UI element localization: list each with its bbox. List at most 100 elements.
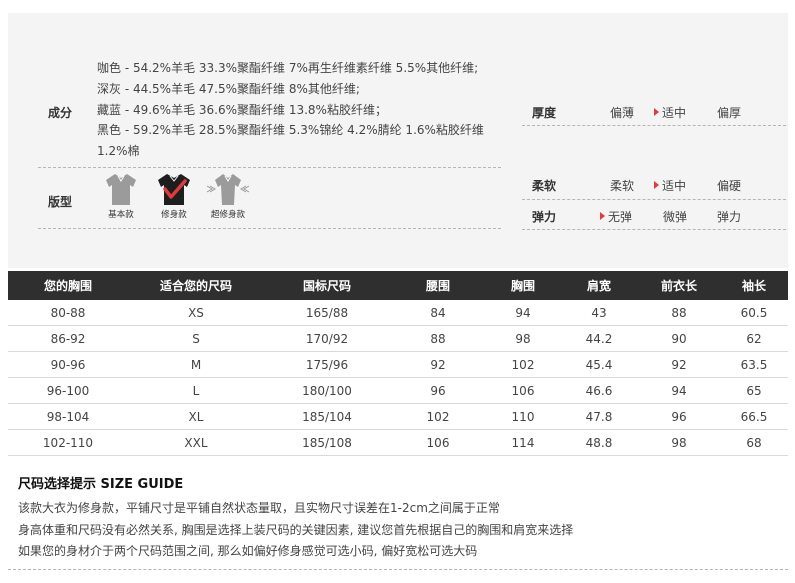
attribute-thickness: 厚度 偏薄 适中 偏厚 — [522, 104, 786, 126]
selected-arrow-icon — [654, 181, 659, 189]
shirt-icon — [106, 174, 136, 205]
table-row: 90-96 M 175/96 92 102 45.4 92 63.5 — [8, 351, 788, 378]
attribute-option: 弹力 — [717, 210, 742, 224]
table-cell: 88 — [638, 300, 720, 326]
table-cell: 114 — [486, 429, 560, 456]
fit-option-label: 超修身款 — [210, 210, 246, 220]
divider — [8, 569, 788, 570]
table-cell: XS — [128, 300, 264, 326]
column-header: 国标尺码 — [264, 271, 390, 300]
table-row: 86-92 S 170/92 88 98 44.2 90 62 — [8, 325, 788, 352]
fit-option-slim: 修身款 — [152, 172, 196, 220]
fit-option-label: 基本款 — [108, 210, 134, 220]
table-cell: 45.4 — [560, 351, 638, 378]
selected-arrow-icon — [654, 108, 659, 116]
table-cell: 98 — [638, 429, 720, 456]
table-cell: 65 — [720, 377, 788, 404]
divider — [522, 199, 786, 200]
table-header-row: 您的胸围 适合您的尺码 国标尺码 腰围 胸围 肩宽 前衣长 袖长 — [8, 271, 788, 300]
table-cell: 66.5 — [720, 403, 788, 430]
selected-arrow-icon — [600, 212, 605, 220]
table-cell: XL — [128, 403, 264, 430]
attribute-option: 柔软 — [610, 179, 635, 193]
column-header: 适合您的尺码 — [128, 271, 264, 300]
composition-line: 咖色 - 54.2%羊毛 33.3%聚酯纤维 7%再生纤维素纤维 5.5%其他纤… — [97, 61, 479, 75]
table-row: 96-100 L 180/100 96 106 46.6 94 65 — [8, 377, 788, 404]
table-cell: 47.8 — [560, 403, 638, 430]
size-guide-line: 如果您的身材介于两个尺码范围之间, 那么如偏好修身感觉可选小码, 偏好宽松可选大… — [18, 544, 478, 558]
attribute-option: 偏厚 — [717, 106, 742, 120]
table-cell: 106 — [390, 429, 486, 456]
table-cell: L — [128, 377, 264, 404]
fit-option-label: 修身款 — [161, 210, 187, 220]
column-header: 您的胸围 — [8, 271, 128, 300]
table-cell: 80-88 — [8, 300, 128, 326]
attribute-option: 微弹 — [663, 210, 688, 224]
column-header: 前衣长 — [638, 271, 720, 300]
composition-line: 藏蓝 - 49.6%羊毛 36.6%聚酯纤维 13.8%粘胶纤维； — [97, 102, 387, 117]
attribute-option: 偏薄 — [610, 106, 635, 120]
table-cell: 63.5 — [720, 351, 788, 378]
composition-list: 咖色 - 54.2%羊毛 33.3%聚酯纤维 7%再生纤维素纤维 5.5%其他纤… — [97, 58, 502, 162]
table-cell: 98 — [486, 325, 560, 352]
composition-line: 深灰 - 44.5%羊毛 47.5%聚酯纤维 8%其他纤维; — [97, 81, 360, 96]
fit-option-basic: 基本款 — [99, 172, 143, 220]
attribute-elasticity: 弹力 无弹 微弹 弹力 — [522, 208, 786, 230]
fit-label: 版型 — [48, 195, 73, 209]
table-row: 102-110 XXL 185/108 106 114 48.8 98 68 — [8, 429, 788, 456]
table-cell: 170/92 — [264, 325, 390, 352]
table-cell: 102 — [486, 351, 560, 378]
size-guide-title: 尺码选择提示 SIZE GUIDE — [18, 477, 184, 492]
table-cell: 102 — [390, 403, 486, 430]
column-header: 肩宽 — [560, 271, 638, 300]
attribute-option-selected: 适中 — [654, 104, 686, 121]
table-cell: 165/88 — [264, 300, 390, 326]
table-cell: 96 — [638, 403, 720, 430]
table-cell: 96-100 — [8, 377, 128, 404]
attribute-name: 厚度 — [532, 106, 557, 120]
fit-option-super-slim: 超修身款 — [206, 172, 250, 220]
table-cell: 110 — [486, 403, 560, 430]
table-cell: 94 — [486, 300, 560, 326]
table-cell: 60.5 — [720, 300, 788, 326]
divider — [522, 229, 786, 230]
attribute-option-selected: 适中 — [654, 177, 686, 194]
table-cell: 46.6 — [560, 377, 638, 404]
divider — [522, 125, 786, 126]
attribute-option-selected: 无弹 — [600, 208, 632, 225]
size-guide-line: 身高体重和尺码没有必然关系, 胸围是选择上装尺码的关键因素, 建议您首先根据自己… — [18, 522, 574, 537]
attribute-name: 柔软 — [532, 179, 557, 193]
table-row: 98-104 XL 185/104 102 110 47.8 96 66.5 — [8, 403, 788, 430]
size-guide-line: 该款大衣为修身款，平铺尺寸是平铺自然状态量取，且实物尺寸误差在1-2cm之间属于… — [18, 501, 500, 515]
table-cell: 185/108 — [264, 429, 390, 456]
table-cell: 62 — [720, 325, 788, 352]
table-cell: 44.2 — [560, 325, 638, 352]
table-cell: 106 — [486, 377, 560, 404]
table-cell: 90-96 — [8, 351, 128, 378]
table-cell: 102-110 — [8, 429, 128, 456]
size-guide-text: 该款大衣为修身款，平铺尺寸是平铺自然状态量取，且实物尺寸误差在1-2cm之间属于… — [18, 498, 573, 563]
table-row: 80-88 XS 165/88 84 94 43 88 60.5 — [8, 300, 788, 326]
attribute-softness: 柔软 柔软 适中 偏硬 — [522, 177, 786, 199]
table-cell: 90 — [638, 325, 720, 352]
column-header: 胸围 — [486, 271, 560, 300]
composition-label: 成分 — [48, 106, 73, 120]
table-cell: XXL — [128, 429, 264, 456]
divider — [38, 167, 501, 168]
composition-line: 黑色 - 59.2%羊毛 28.5%聚酯纤维 5.3%锦纶 4.2%腈纶 1.6… — [97, 123, 484, 159]
table-cell: 92 — [638, 351, 720, 378]
table-cell: 43 — [560, 300, 638, 326]
table-cell: M — [128, 351, 264, 378]
attribute-name: 弹力 — [532, 210, 557, 224]
divider — [38, 228, 501, 229]
table-cell: 86-92 — [8, 325, 128, 352]
attribute-option: 偏硬 — [717, 179, 742, 193]
table-cell: 88 — [390, 325, 486, 352]
table-cell: 98-104 — [8, 403, 128, 430]
table-cell: 94 — [638, 377, 720, 404]
column-header: 腰围 — [390, 271, 486, 300]
table-cell: 175/96 — [264, 351, 390, 378]
table-cell: 48.8 — [560, 429, 638, 456]
table-cell: S — [128, 325, 264, 352]
table-cell: 185/104 — [264, 403, 390, 430]
